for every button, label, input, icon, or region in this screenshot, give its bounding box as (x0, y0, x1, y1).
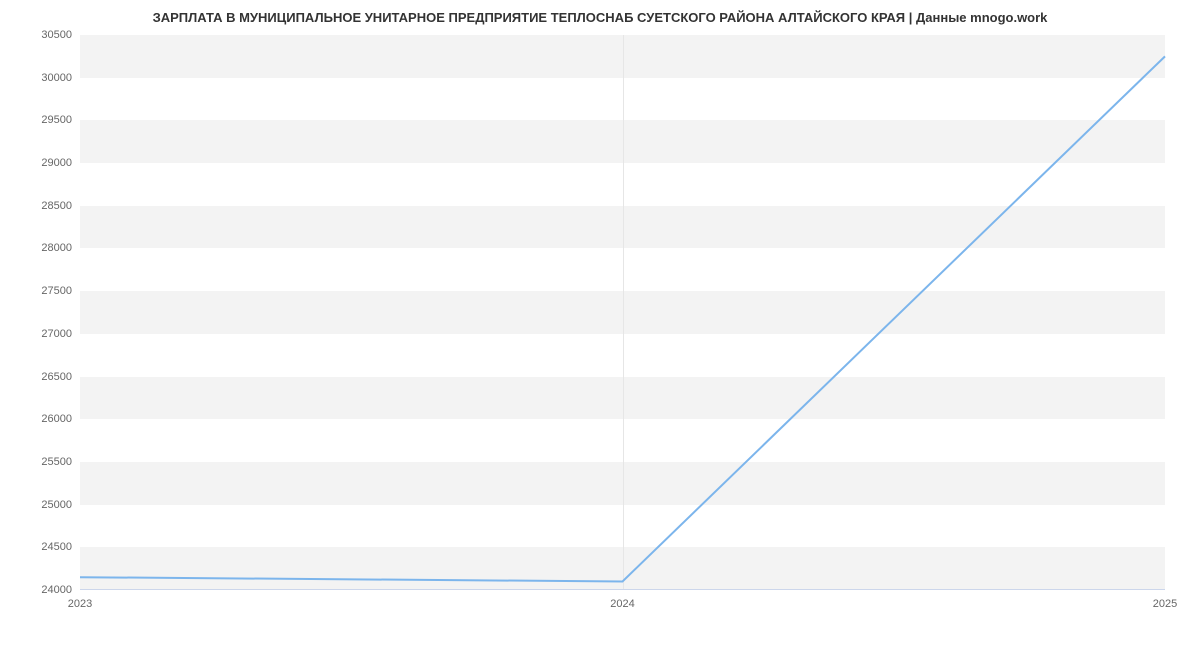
y-tick-label: 29000 (41, 157, 72, 169)
x-tick-label: 2025 (1153, 598, 1177, 610)
y-tick-label: 28500 (41, 200, 72, 212)
x-axis-line (80, 589, 1165, 590)
y-tick-label: 30000 (41, 72, 72, 84)
y-tick-label: 25000 (41, 499, 72, 511)
x-tick-label: 2023 (68, 598, 92, 610)
y-tick-label: 26500 (41, 371, 72, 383)
y-tick-label: 24000 (41, 584, 72, 596)
chart-container: ЗАРПЛАТА В МУНИЦИПАЛЬНОЕ УНИТАРНОЕ ПРЕДП… (0, 0, 1200, 650)
y-tick-label: 26000 (41, 413, 72, 425)
plot-area: 2400024500250002550026000265002700027500… (80, 35, 1165, 590)
y-tick-label: 24500 (41, 541, 72, 553)
y-tick-label: 27500 (41, 285, 72, 297)
y-tick-label: 29500 (41, 114, 72, 126)
y-tick-label: 27000 (41, 328, 72, 340)
y-tick-label: 28000 (41, 242, 72, 254)
y-tick-label: 25500 (41, 456, 72, 468)
line-series (80, 35, 1165, 590)
chart-title: ЗАРПЛАТА В МУНИЦИПАЛЬНОЕ УНИТАРНОЕ ПРЕДП… (0, 10, 1200, 25)
x-tick-label: 2024 (610, 598, 634, 610)
series-path (80, 56, 1165, 581)
y-tick-label: 30500 (41, 29, 72, 41)
